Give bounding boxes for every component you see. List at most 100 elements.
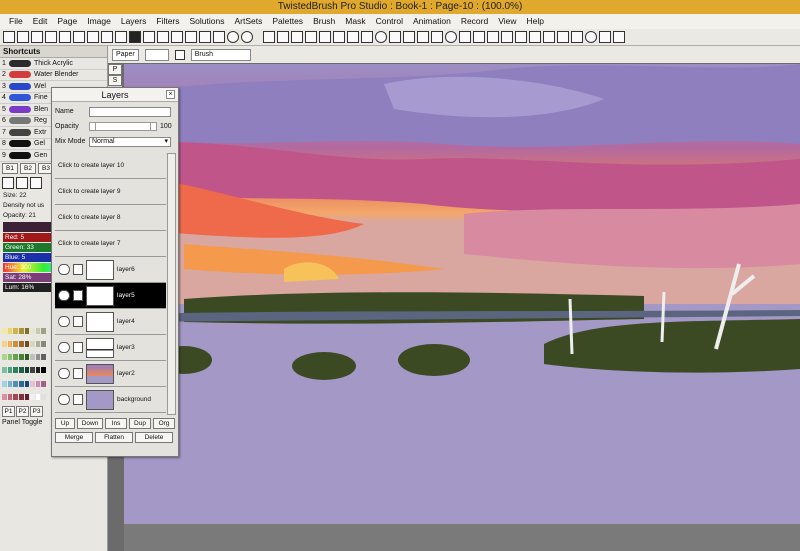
palette-swatch[interactable] <box>35 393 41 400</box>
empty-layer-slot[interactable]: Click to create layer 7 <box>55 231 166 257</box>
palette-swatch[interactable] <box>30 393 35 400</box>
palette-swatch[interactable] <box>7 328 13 334</box>
palette-swatch[interactable] <box>13 328 18 334</box>
palette-swatch[interactable] <box>24 341 30 348</box>
palette-swatch[interactable] <box>2 393 7 400</box>
select-icon[interactable] <box>431 31 443 43</box>
lock-icon[interactable] <box>73 316 83 327</box>
palette-swatch[interactable] <box>35 367 41 374</box>
palette-swatch[interactable] <box>13 393 18 400</box>
close-icon[interactable]: × <box>166 90 175 99</box>
ellipse-icon[interactable] <box>375 31 387 43</box>
menu-edit[interactable]: Edit <box>28 14 53 29</box>
menu-file[interactable]: File <box>4 14 28 29</box>
painting-canvas[interactable] <box>124 64 800 524</box>
visibility-eye-icon[interactable] <box>58 264 70 275</box>
layer-duplicate-button[interactable]: Dup <box>129 418 151 429</box>
menu-palettes[interactable]: Palettes <box>267 14 308 29</box>
palette-swatch[interactable] <box>18 393 24 400</box>
open-icon[interactable] <box>17 31 29 43</box>
brush-settings-icon[interactable] <box>30 176 42 189</box>
palette-swatch[interactable] <box>13 367 18 374</box>
palette-swatch[interactable] <box>41 341 46 348</box>
bucket-icon[interactable] <box>291 31 303 43</box>
palette-swatch[interactable] <box>24 380 30 387</box>
copy-icon[interactable] <box>101 31 113 43</box>
brush-button[interactable]: Brush <box>190 48 251 61</box>
palette-swatch[interactable] <box>18 341 24 348</box>
menu-animation[interactable]: Animation <box>408 14 456 29</box>
anchor-icon[interactable] <box>174 49 185 60</box>
mask-icon[interactable] <box>403 31 415 43</box>
brush-tool-icon[interactable] <box>263 31 275 43</box>
record-icon[interactable] <box>585 31 597 43</box>
palette-swatch[interactable] <box>24 367 30 374</box>
rotate-icon[interactable] <box>171 31 183 43</box>
flatten-button[interactable]: Flatten <box>95 432 133 443</box>
palette-page-p1[interactable]: P1 <box>2 406 15 417</box>
menu-page[interactable]: Page <box>52 14 82 29</box>
menu-record[interactable]: Record <box>456 14 493 29</box>
palette-swatch[interactable] <box>35 380 41 387</box>
palette-swatch[interactable] <box>30 354 35 361</box>
brush-shortcut-item[interactable]: 1 Thick Acrylic <box>0 58 107 70</box>
visibility-eye-icon[interactable] <box>58 316 70 327</box>
p-button[interactable]: P <box>108 64 122 75</box>
effects-icon[interactable] <box>529 31 541 43</box>
zoom-out-icon[interactable] <box>213 31 225 43</box>
canvas-area[interactable] <box>124 64 800 551</box>
palette-swatch[interactable] <box>18 367 24 374</box>
paper-color-swatch[interactable] <box>144 48 169 61</box>
palette-swatch[interactable] <box>7 354 13 361</box>
merge-button[interactable]: Merge <box>55 432 93 443</box>
eye-icon[interactable] <box>445 31 457 43</box>
brush-refresh-icon[interactable] <box>16 176 28 189</box>
menu-solutions[interactable]: Solutions <box>185 14 230 29</box>
visibility-eye-icon[interactable] <box>58 290 70 301</box>
lock-icon[interactable] <box>73 368 83 379</box>
palette-swatch[interactable] <box>24 328 30 334</box>
layer-list-scrollbar[interactable] <box>167 153 176 415</box>
palette-swatch[interactable] <box>35 354 41 361</box>
image-icon[interactable] <box>515 31 527 43</box>
delete-button[interactable]: Delete <box>135 432 173 443</box>
palette-swatch[interactable] <box>7 393 13 400</box>
empty-layer-slot[interactable]: Click to create layer 8 <box>55 205 166 231</box>
palette-swatch[interactable] <box>41 367 46 374</box>
export-icon[interactable] <box>87 31 99 43</box>
hand-icon[interactable] <box>199 31 211 43</box>
move-icon[interactable] <box>319 31 331 43</box>
palette-swatch[interactable] <box>41 393 46 400</box>
page-icon[interactable] <box>73 31 85 43</box>
layer-row[interactable]: layer6 <box>55 257 166 283</box>
menu-brush[interactable]: Brush <box>308 14 340 29</box>
opacity-slider[interactable] <box>89 122 157 131</box>
palette-swatch[interactable] <box>30 367 35 374</box>
layer-row[interactable]: layer3 <box>55 335 166 361</box>
palette-swatch[interactable] <box>13 354 18 361</box>
palette-page-p3[interactable]: P3 <box>30 406 43 417</box>
lock-icon[interactable] <box>73 290 83 301</box>
bank-b2[interactable]: B2 <box>20 162 36 174</box>
menu-artsets[interactable]: ArtSets <box>229 14 267 29</box>
redo-icon[interactable] <box>157 31 169 43</box>
palette-swatch[interactable] <box>30 380 35 387</box>
smudge-icon[interactable] <box>501 31 513 43</box>
palette-swatch[interactable] <box>35 341 41 348</box>
lock-icon[interactable] <box>73 342 83 353</box>
layer-down-button[interactable]: Down <box>77 418 103 429</box>
layer-row[interactable]: layer4 <box>55 309 166 335</box>
layer-row[interactable]: layer2 <box>55 361 166 387</box>
layer-insert-button[interactable]: Ins <box>105 418 127 429</box>
layers-icon[interactable] <box>459 31 471 43</box>
palette-swatch[interactable] <box>18 328 24 334</box>
palette-swatch[interactable] <box>30 328 35 334</box>
palette-swatch[interactable] <box>2 367 7 374</box>
menu-image[interactable]: Image <box>82 14 116 29</box>
brush-edit-icon[interactable] <box>2 176 14 189</box>
stamp-icon[interactable] <box>487 31 499 43</box>
palette-swatch[interactable] <box>13 341 18 348</box>
layer-row[interactable]: background <box>55 387 166 413</box>
crop-icon[interactable] <box>305 31 317 43</box>
new-page-icon[interactable] <box>31 31 43 43</box>
